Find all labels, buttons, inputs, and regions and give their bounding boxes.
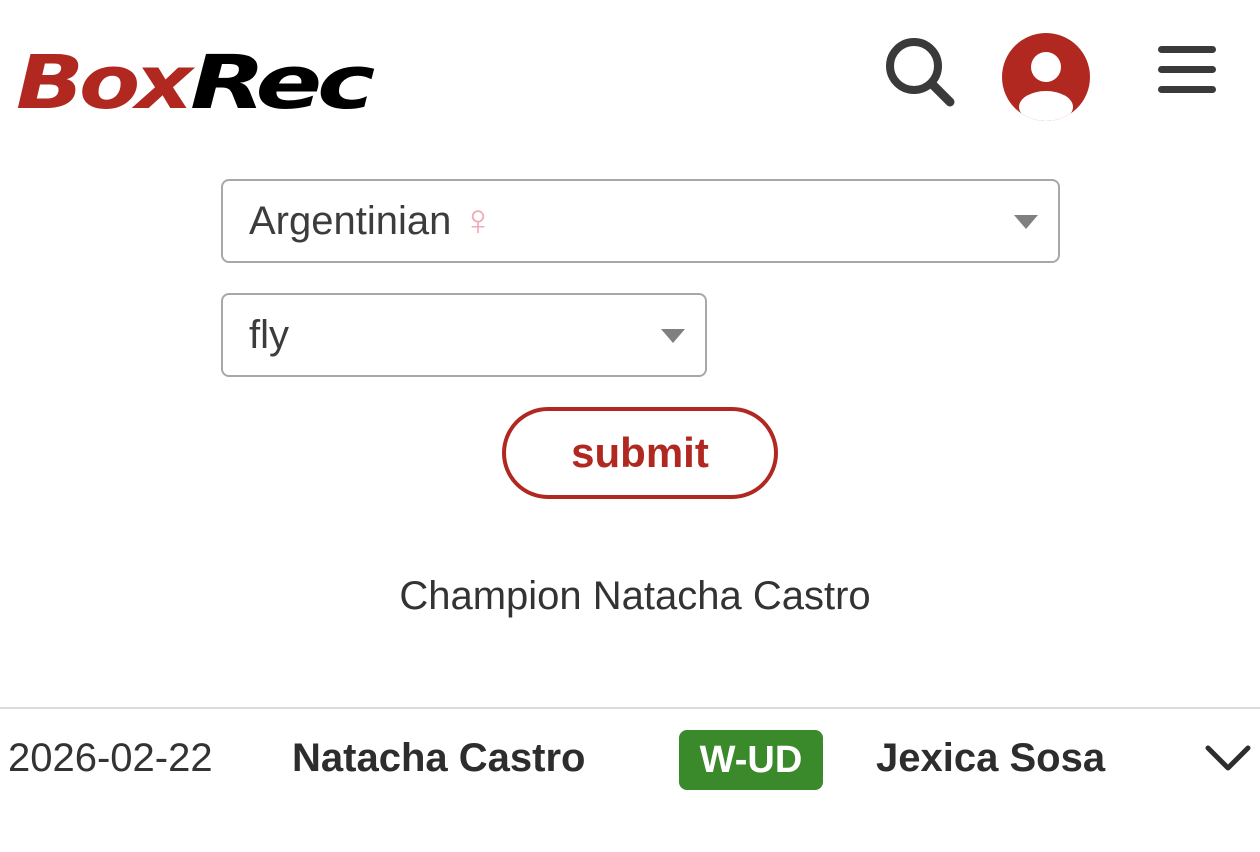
opponent-name-link[interactable]: Jexica Sosa — [876, 736, 1105, 781]
hamburger-menu-icon — [1158, 46, 1216, 93]
search-button[interactable] — [882, 36, 958, 108]
submit-button[interactable]: submit — [502, 407, 778, 499]
bout-row[interactable]: 2026-02-22 Natacha Castro W-UD Jexica So… — [0, 710, 1260, 806]
user-avatar-icon — [1002, 33, 1090, 121]
nationality-select[interactable]: Argentinian ♀ — [221, 179, 1060, 263]
bout-date: 2026-02-22 — [8, 736, 213, 780]
weight-division-select[interactable]: fly — [221, 293, 707, 377]
female-symbol-icon: ♀ — [461, 196, 495, 245]
divider — [0, 707, 1260, 709]
dropdown-caret-icon — [661, 329, 685, 343]
logo-text-box: Box — [16, 44, 196, 116]
division-selected-value: fly — [249, 312, 289, 357]
logo-text-rec: Rec — [190, 44, 374, 116]
main-menu-button[interactable] — [1154, 40, 1220, 100]
dropdown-caret-icon — [1014, 215, 1038, 229]
nationality-selected-value: Argentinian — [249, 198, 452, 243]
result-badge: W-UD — [679, 730, 823, 790]
expand-bout-button[interactable] — [1200, 732, 1256, 784]
boxrec-logo[interactable]: Box Rec — [16, 44, 376, 116]
champion-label: Champion Natacha Castro — [399, 574, 871, 618]
chevron-down-icon — [1205, 745, 1251, 771]
user-account-button[interactable] — [1000, 31, 1092, 123]
fighter-name-link[interactable]: Natacha Castro — [292, 736, 585, 781]
search-icon — [886, 38, 955, 107]
